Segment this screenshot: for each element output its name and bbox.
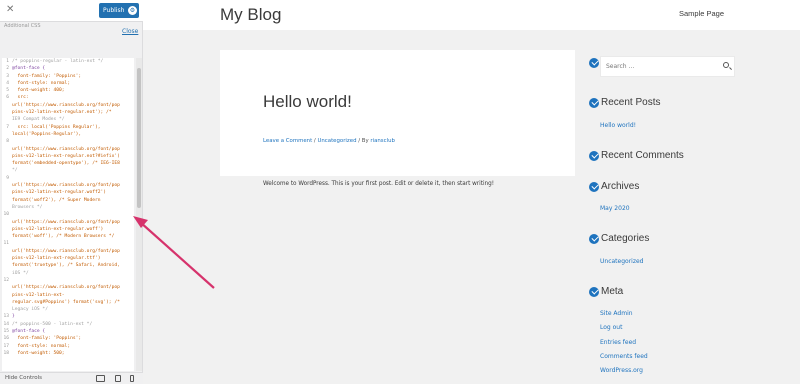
annotation-arrow	[133, 216, 215, 289]
arrow-shaft	[139, 221, 215, 289]
